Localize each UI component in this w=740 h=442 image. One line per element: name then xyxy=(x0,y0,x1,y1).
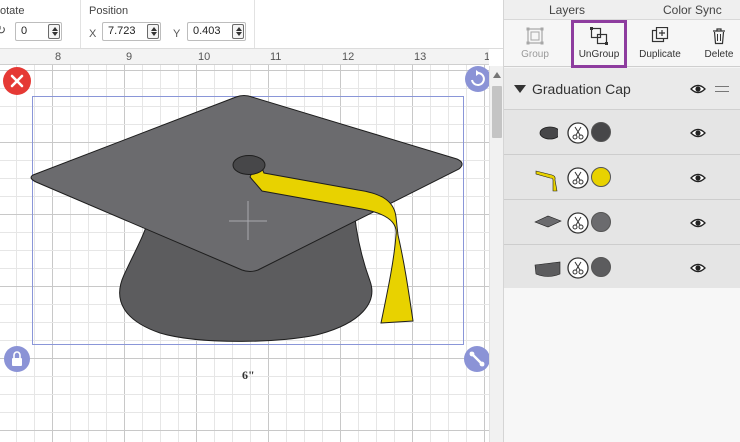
ungroup-highlight-box xyxy=(571,20,627,68)
lock-handle[interactable] xyxy=(4,346,30,372)
position-label: Position xyxy=(89,5,129,17)
eye-icon[interactable] xyxy=(690,262,706,274)
canvas-vertical-scrollbar[interactable] xyxy=(489,66,503,442)
layer-color-swatch[interactable] xyxy=(591,167,611,187)
layer-row[interactable] xyxy=(504,110,740,155)
eye-icon[interactable] xyxy=(690,83,706,95)
delete-handle[interactable] xyxy=(3,67,31,95)
layers-panel: Layers Color Sync Group UnGroup Duplicat… xyxy=(503,0,740,442)
layer-color-swatch[interactable] xyxy=(591,212,611,232)
eye-icon[interactable] xyxy=(690,172,706,184)
layer-color-swatch[interactable] xyxy=(591,257,611,277)
rotate-handle[interactable] xyxy=(465,66,489,92)
x-position-input[interactable]: 7.723 xyxy=(102,22,161,41)
eye-icon[interactable] xyxy=(690,127,706,139)
layer-color-swatch[interactable] xyxy=(591,122,611,142)
drag-handle-icon[interactable] xyxy=(715,86,729,92)
delete-label: Delete xyxy=(704,49,734,60)
group-name: Graduation Cap xyxy=(532,81,631,97)
tab-color-sync[interactable]: Color Sync xyxy=(663,3,722,17)
rotate-value: 0 xyxy=(21,25,28,37)
layer-row[interactable] xyxy=(504,155,740,200)
group-button[interactable]: Group xyxy=(510,20,560,67)
x-position-stepper[interactable] xyxy=(147,24,159,39)
rotate-stepper[interactable] xyxy=(48,24,60,39)
x-label: X xyxy=(89,28,97,40)
cap-button-shape[interactable] xyxy=(232,155,266,175)
cut-operation-icon[interactable] xyxy=(567,167,589,189)
duplicate-label: Duplicate xyxy=(639,49,681,60)
y-position-value: 0.403 xyxy=(193,25,221,37)
group-label: Group xyxy=(521,49,549,60)
y-label: Y xyxy=(173,28,181,40)
group-icon xyxy=(526,27,544,45)
layer-thumbnail xyxy=(535,170,558,192)
width-dimension-label: 6" xyxy=(242,368,255,382)
eye-icon[interactable] xyxy=(690,217,706,229)
layer-row[interactable] xyxy=(504,200,740,245)
layer-thumbnail xyxy=(539,126,558,140)
layer-row[interactable] xyxy=(504,245,740,290)
panel-tabs: Layers Color Sync xyxy=(504,0,740,20)
x-position-value: 7.723 xyxy=(108,25,136,37)
rotate-input[interactable]: 0 xyxy=(15,22,62,41)
rotate-icon: ↻ xyxy=(0,23,7,37)
collapse-caret-icon[interactable] xyxy=(514,85,526,93)
duplicate-button[interactable]: Duplicate xyxy=(632,20,688,67)
y-position-stepper[interactable] xyxy=(232,24,244,39)
layer-thumbnail xyxy=(534,215,562,228)
layer-group-row[interactable]: Graduation Cap xyxy=(504,68,740,110)
tab-layers[interactable]: Layers xyxy=(549,3,585,17)
duplicate-icon xyxy=(651,27,669,43)
cut-operation-icon[interactable] xyxy=(567,212,589,234)
cut-operation-icon[interactable] xyxy=(567,122,589,144)
layers-panel-empty-area xyxy=(504,288,740,442)
toolbar-divider xyxy=(254,0,255,48)
delete-button[interactable]: Delete xyxy=(698,20,740,67)
design-canvas[interactable]: 8 9 10 11 12 13 14 xyxy=(0,49,489,442)
layer-actions-bar: Group UnGroup Duplicate Delete xyxy=(504,20,740,68)
cut-operation-icon[interactable] xyxy=(567,257,589,279)
rotate-label: otate xyxy=(0,5,25,17)
scroll-thumb[interactable] xyxy=(492,86,502,138)
trash-icon xyxy=(713,28,725,45)
edit-toolbar: otate ↻ 0 Position X 7.723 Y 0.403 xyxy=(0,0,503,49)
toolbar-divider xyxy=(80,0,81,48)
artwork-layer xyxy=(3,66,489,372)
scroll-up-arrow[interactable] xyxy=(493,72,501,78)
y-position-input[interactable]: 0.403 xyxy=(187,22,246,41)
layer-thumbnail xyxy=(534,261,561,277)
resize-handle[interactable] xyxy=(464,346,489,372)
